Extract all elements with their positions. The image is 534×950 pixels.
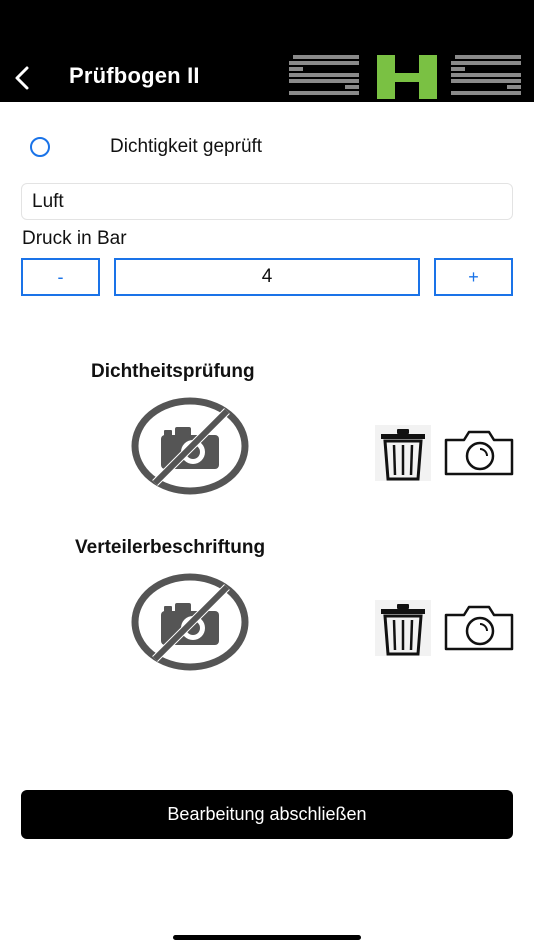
finish-editing-button[interactable]: Bearbeitung abschließen — [21, 790, 513, 839]
trash-icon — [381, 604, 425, 656]
home-indicator — [173, 935, 361, 940]
delete-photo-button-1[interactable] — [375, 425, 431, 481]
pressure-decrement-button[interactable]: - — [21, 258, 100, 296]
tightness-check-row[interactable]: Dichtigkeit geprüft — [28, 134, 508, 164]
no-photo-icon — [131, 573, 249, 671]
section-title-verteilerbeschriftung: Verteilerbeschriftung — [75, 537, 266, 558]
app-header: Prüfbogen II — [0, 0, 534, 102]
delete-photo-button-2[interactable] — [375, 600, 431, 656]
tightness-radio-button[interactable] — [30, 137, 50, 157]
take-photo-button-1[interactable] — [444, 429, 514, 477]
page-title: Prüfbogen II — [69, 63, 200, 88]
shs-logo — [289, 55, 521, 99]
take-photo-button-2[interactable] — [444, 604, 514, 652]
camera-icon — [444, 430, 514, 476]
camera-icon — [444, 605, 514, 651]
medium-input[interactable]: Luft — [21, 183, 513, 220]
trash-icon — [381, 429, 425, 481]
chevron-left-icon — [15, 66, 29, 90]
no-photo-icon — [131, 397, 249, 495]
pressure-label: Druck in Bar — [22, 228, 127, 249]
pressure-value-input[interactable]: 4 — [114, 258, 420, 296]
section-title-dichtheitspruefung: Dichtheitsprüfung — [91, 361, 255, 382]
tightness-check-label: Dichtigkeit geprüft — [110, 136, 263, 157]
pressure-increment-button[interactable]: + — [434, 258, 513, 296]
back-button[interactable] — [8, 60, 40, 96]
